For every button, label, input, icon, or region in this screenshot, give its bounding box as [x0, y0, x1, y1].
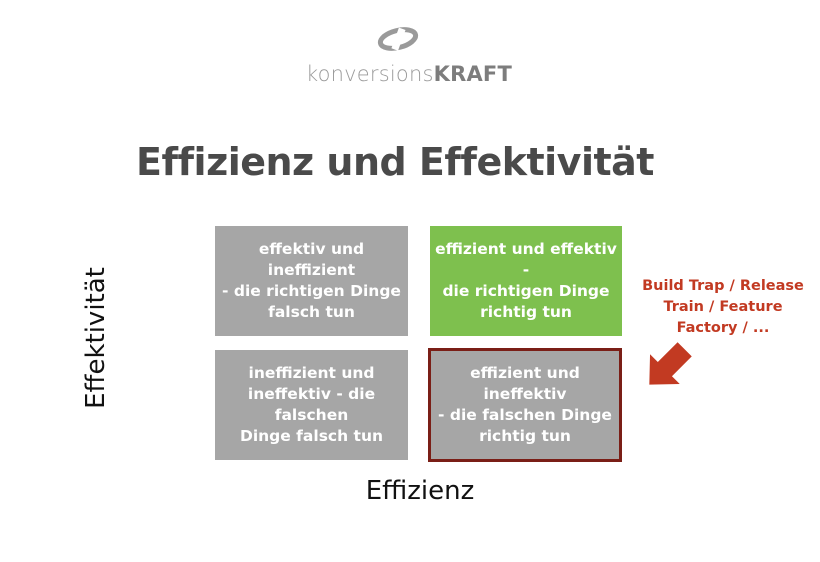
logo-swirl-icon [377, 27, 419, 51]
logo-text-bold: KRAFT [433, 62, 513, 86]
quadrant-bottom-left: ineffizient und ineffektiv - die falsche… [215, 350, 408, 460]
callout-text: Build Trap / Release Train / Feature Fac… [642, 278, 804, 336]
slide-title: Effizienz und Effektivität [136, 140, 654, 184]
konversionskraft-logo: konversionsKRAFT [300, 26, 520, 90]
y-axis-label: Effektivität [81, 267, 111, 409]
logo-text: konversionsKRAFT [306, 62, 512, 86]
logo-text-light: konversions [306, 62, 434, 86]
arrow-icon [649, 342, 692, 385]
quadrant-top-right: effizient und effektiv - die richtigen D… [430, 226, 622, 336]
quadrant-top-left: effektiv und ineffizient - die richtigen… [215, 226, 408, 336]
quadrant-bottom-right: effizient und ineffektiv - die falschen … [428, 348, 622, 462]
x-axis-label: Effizienz [365, 476, 475, 506]
